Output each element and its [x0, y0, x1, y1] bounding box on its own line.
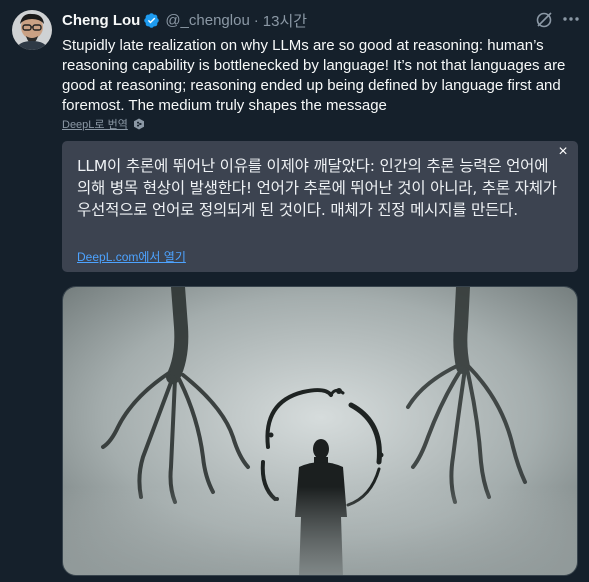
- translate-link[interactable]: DeepL로 번역: [62, 116, 128, 132]
- translation-text: LLM이 추론에 뛰어난 이유를 이제야 깨달았다: 인간의 추론 능력은 언어…: [77, 157, 557, 219]
- tweet-text: Stupidly late realization on why LLMs ar…: [62, 37, 566, 114]
- verified-badge-icon: [143, 12, 160, 29]
- close-icon[interactable]: ×: [556, 144, 570, 160]
- media-image[interactable]: [62, 286, 578, 576]
- author-handle[interactable]: @_chenglou: [165, 12, 249, 29]
- translation-box: LLM이 추론에 뛰어난 이유를 이제야 깨달았다: 인간의 추론 능력은 언어…: [62, 141, 578, 272]
- timestamp[interactable]: 13시간: [263, 10, 307, 31]
- grok-icon[interactable]: [535, 11, 553, 29]
- separator-dot: ·: [253, 11, 259, 29]
- author-name[interactable]: Cheng Lou: [62, 12, 140, 29]
- deepl-logo-icon: [133, 118, 145, 130]
- tweet-header: Cheng Lou @_chenglou · 13시간: [62, 10, 307, 30]
- open-deepl-link[interactable]: DeepL.com에서 열기: [77, 248, 186, 265]
- tweet[interactable]: Cheng Lou @_chenglou · 13시간 Stupidly lat…: [0, 0, 589, 582]
- avatar[interactable]: [12, 10, 52, 50]
- more-options-icon[interactable]: [561, 9, 581, 29]
- translate-row: DeepL로 번역: [62, 116, 145, 132]
